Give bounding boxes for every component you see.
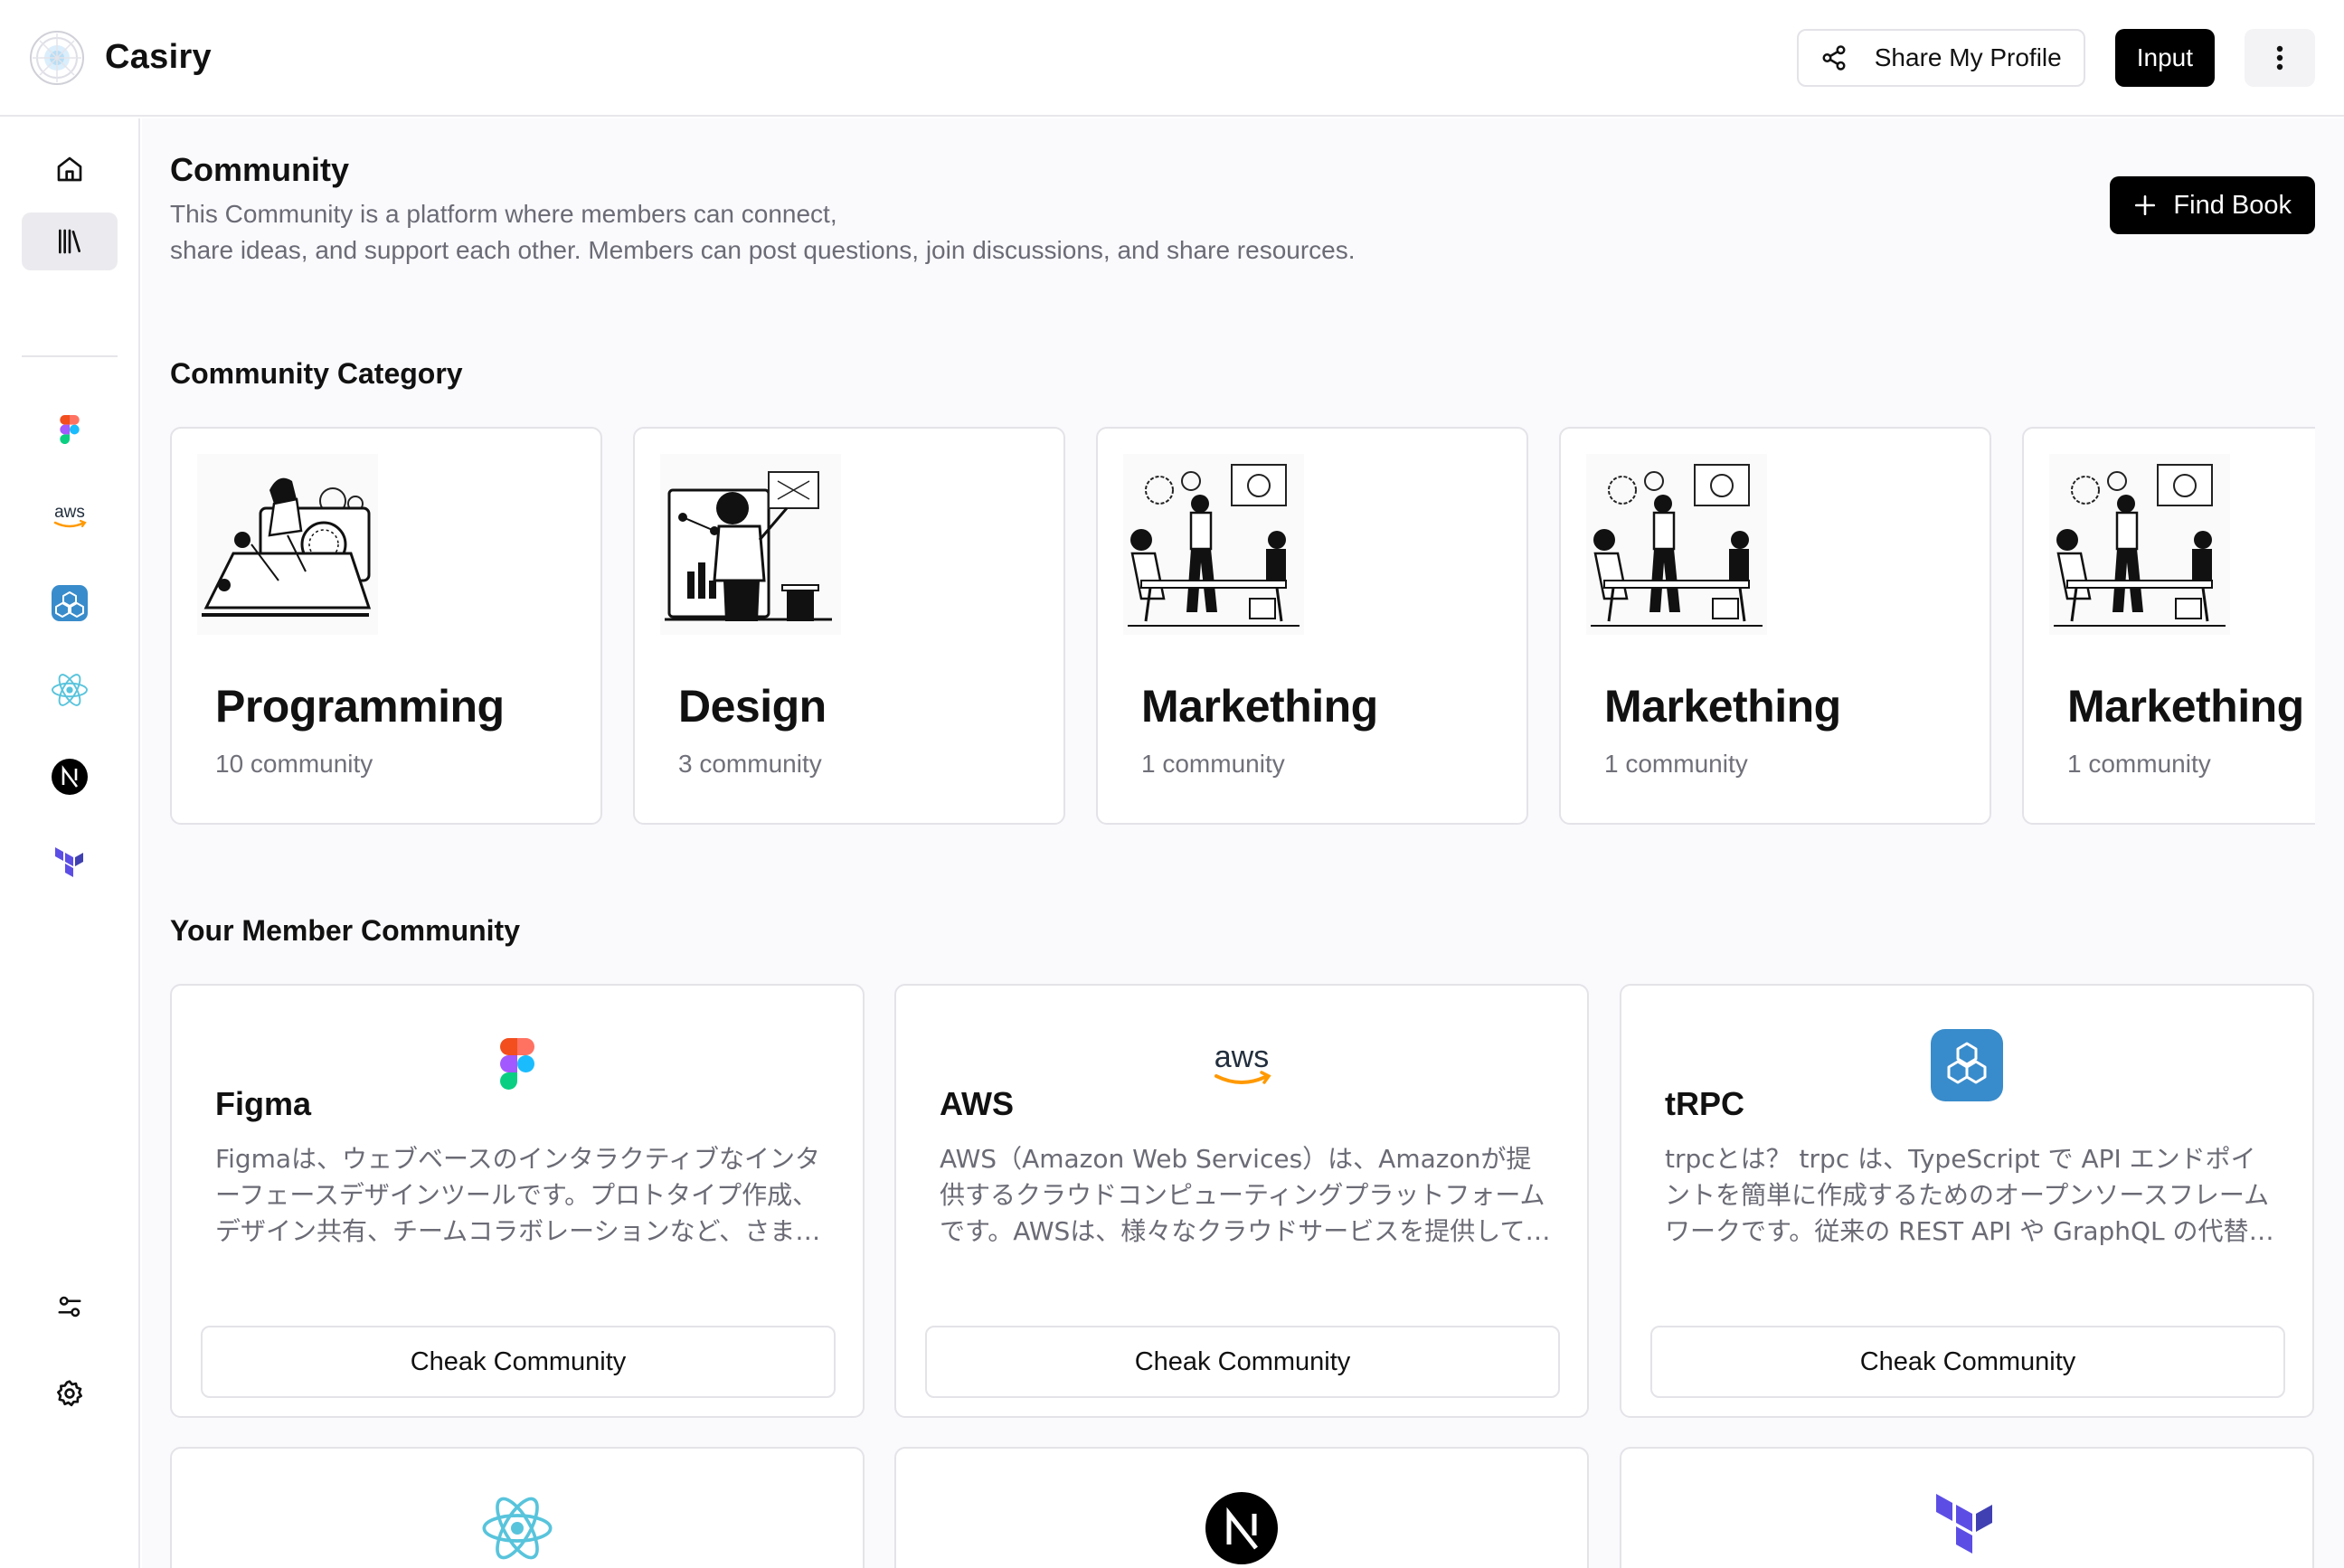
member-card-title: Figma <box>215 1085 312 1122</box>
check-community-button[interactable]: Cheak Community <box>925 1326 1560 1398</box>
react-icon <box>482 1497 553 1560</box>
aws-icon: aws <box>53 503 87 528</box>
input-button[interactable]: Input <box>2114 28 2215 87</box>
main-content: Community This Community is a platform w… <box>142 118 2344 1568</box>
category-count: 1 community <box>1604 750 1748 778</box>
sidebar-item-terraform[interactable] <box>22 835 118 893</box>
brand[interactable]: Casiry <box>29 30 212 86</box>
sidebar: aws <box>0 118 140 1568</box>
library-icon <box>59 229 80 254</box>
terraform-icon <box>1936 1494 1992 1554</box>
marketing-illustration <box>1586 454 1767 635</box>
category-count: 1 community <box>1141 750 1285 778</box>
sidebar-divider <box>22 355 118 357</box>
member-card-nextjs <box>894 1447 1589 1568</box>
sidebar-item-react[interactable] <box>22 661 118 719</box>
home-icon <box>57 156 82 182</box>
trpc-icon <box>1931 1029 2003 1101</box>
member-card-title: tRPC <box>1665 1085 1744 1122</box>
member-card-description: trpcとは？ trpc は、TypeScript で API エンドポイントを… <box>1665 1144 2274 1246</box>
category-card-marketing[interactable]: Markething 1 community <box>2022 427 2315 825</box>
brand-logo-icon <box>30 30 84 85</box>
figma-icon <box>500 1038 534 1090</box>
sidebar-item-figma[interactable] <box>22 401 118 458</box>
trpc-icon <box>52 585 88 621</box>
member-card-terraform <box>1620 1447 2314 1568</box>
svg-text:aws: aws <box>54 503 85 522</box>
nextjs-icon <box>52 759 88 795</box>
category-count: 10 community <box>215 750 373 778</box>
category-name: Design <box>678 681 827 732</box>
category-card-marketing[interactable]: Markething 1 community <box>1559 427 1991 825</box>
sidebar-item-library[interactable] <box>22 213 118 270</box>
member-card-title: AWS <box>940 1085 1015 1122</box>
share-profile-label: Share My Profile <box>1874 43 2062 71</box>
category-count: 1 community <box>2067 750 2211 778</box>
page-description-line-1: This Community is a platform where membe… <box>170 200 837 228</box>
category-name: Markething <box>2067 681 2304 732</box>
page-description: This Community is a platform where membe… <box>170 196 1707 269</box>
member-card-aws: aws AWS AWS（Amazon Web Services）は、Amazon… <box>894 984 1589 1418</box>
check-community-button[interactable]: Cheak Community <box>1650 1326 2285 1398</box>
marketing-illustration <box>1123 454 1304 635</box>
design-illustration <box>660 454 841 635</box>
page-description-line-2: share ideas, and support each other. Mem… <box>170 236 1356 264</box>
check-community-button[interactable]: Cheak Community <box>201 1326 836 1398</box>
find-book-button[interactable]: Find Book <box>2110 176 2315 234</box>
member-card-description: AWS（Amazon Web Services）は、Amazonが提供するクラウ… <box>940 1144 1551 1246</box>
figma-icon <box>60 415 80 444</box>
top-bar: Casiry Share My Profile Input <box>0 0 2344 117</box>
sidebar-item-aws[interactable]: aws <box>22 487 118 545</box>
sidebar-item-filters[interactable] <box>22 1278 118 1336</box>
share-profile-button[interactable]: Share My Profile <box>1796 28 2085 87</box>
member-card-description: Figmaは、ウェブベースのインタラクティブなインターフェースデザインツールです… <box>215 1144 821 1246</box>
sidebar-item-settings[interactable] <box>22 1365 118 1422</box>
member-card-react <box>170 1447 865 1568</box>
community-category-title: Community Category <box>170 357 463 390</box>
category-carousel: Programming 10 community Design 3 commun… <box>170 427 2315 825</box>
category-name: Markething <box>1604 681 1841 732</box>
sliders-icon <box>58 1296 81 1318</box>
page-title: Community <box>170 151 349 188</box>
member-card-figma: Figma Figmaは、ウェブベースのインタラクティブなインターフェースデザイ… <box>170 984 865 1418</box>
member-community-title: Your Member Community <box>170 914 520 947</box>
member-card-trpc: tRPC trpcとは？ trpc は、TypeScript で API エンド… <box>1620 984 2314 1418</box>
more-menu-button[interactable] <box>2245 28 2315 87</box>
programming-illustration <box>197 454 378 635</box>
category-name: Markething <box>1141 681 1378 732</box>
app-name: Casiry <box>105 38 212 76</box>
category-name: Programming <box>215 681 505 732</box>
more-vertical-icon <box>2276 45 2283 70</box>
react-icon <box>52 674 88 706</box>
find-book-label: Find Book <box>2173 190 2292 220</box>
category-count: 3 community <box>678 750 822 778</box>
gear-icon <box>56 1380 82 1407</box>
nextjs-icon <box>1205 1492 1278 1564</box>
share-icon <box>1822 44 1846 71</box>
svg-text:aws: aws <box>1215 1040 1269 1074</box>
aws-icon: aws <box>1215 1040 1271 1084</box>
sidebar-item-trpc[interactable] <box>22 574 118 632</box>
category-card-programming[interactable]: Programming 10 community <box>170 427 602 825</box>
plus-icon <box>2135 194 2156 216</box>
sidebar-item-nextjs[interactable] <box>22 748 118 806</box>
marketing-illustration <box>2049 454 2230 635</box>
sidebar-item-home[interactable] <box>22 140 118 198</box>
category-card-design[interactable]: Design 3 community <box>633 427 1065 825</box>
terraform-icon <box>55 847 83 877</box>
category-card-marketing[interactable]: Markething 1 community <box>1096 427 1528 825</box>
